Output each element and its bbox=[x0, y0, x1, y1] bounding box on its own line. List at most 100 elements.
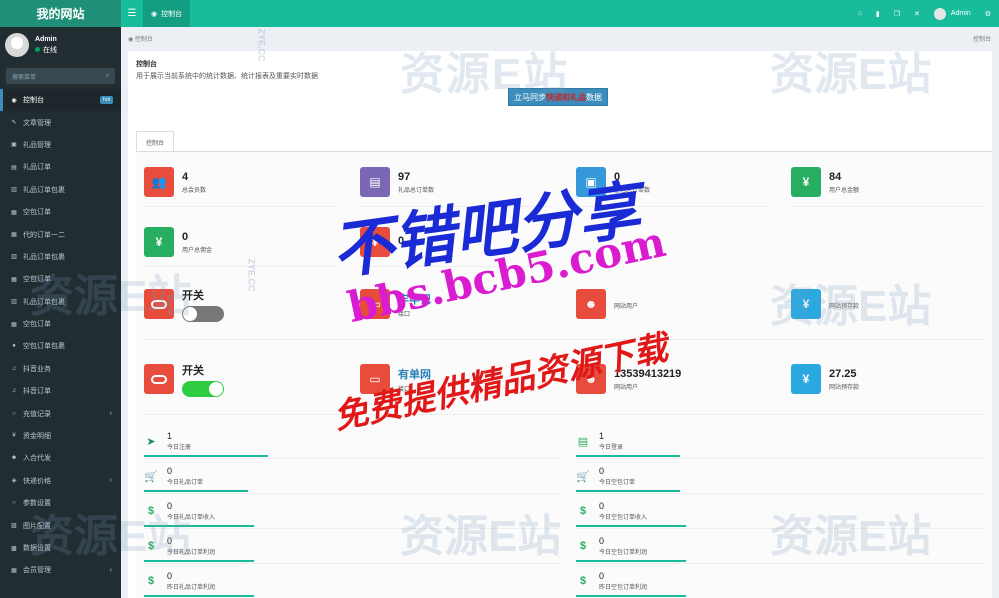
sidebar-item[interactable]: ○ 参数设置 bbox=[0, 492, 121, 514]
sidebar-search-input[interactable]: 搜索菜单 ⌕ bbox=[6, 68, 115, 84]
sidebar-item[interactable]: ▥ 礼品订单包裹 bbox=[0, 179, 121, 201]
interface-label: 接口 bbox=[398, 311, 411, 318]
today-label: 今日空包订单利润 bbox=[599, 550, 648, 556]
sidebar-item[interactable]: ▦ 代的订单一二 bbox=[0, 223, 121, 245]
settings-icon[interactable]: ⚙ bbox=[985, 10, 991, 18]
sidebar-item[interactable]: ▣ 礼品管理 bbox=[0, 134, 121, 156]
chevron-left-icon: ‹ bbox=[109, 477, 112, 485]
gift-icon: ▣ bbox=[11, 142, 17, 149]
row-divider bbox=[576, 206, 771, 207]
switch-title: 开关 bbox=[182, 364, 204, 377]
sidebar-item-label: 礼品订单 bbox=[23, 164, 51, 172]
sidebar-item-label: 抖音订单 bbox=[23, 388, 51, 396]
yen-icon: ¥ bbox=[144, 227, 174, 257]
sidebar-item[interactable]: ☻ 入合代发 bbox=[0, 447, 121, 469]
yen-icon: ¥ bbox=[360, 227, 390, 257]
today-label: 今日礼品订单利润 bbox=[167, 550, 216, 556]
menu-toggle-icon[interactable]: ☰ bbox=[121, 0, 143, 27]
sync-data-button[interactable]: 立马同步 快递和礼品 数据 bbox=[508, 88, 608, 106]
sidebar-item[interactable]: ◉ 控制台 hot bbox=[0, 89, 121, 112]
sidebar-item[interactable]: ▥ 礼品订单包裹 bbox=[0, 291, 121, 313]
row-divider bbox=[360, 206, 555, 207]
sidebar-item[interactable]: ● 空包订单包裹 bbox=[0, 335, 121, 357]
sidebar-item[interactable]: ¥ 资金明细 bbox=[0, 425, 121, 447]
row-divider bbox=[576, 528, 986, 529]
copy-icon[interactable]: ❐ bbox=[894, 10, 900, 18]
breadcrumb-text: 控制台 bbox=[134, 37, 153, 43]
search-placeholder: 搜索菜单 bbox=[12, 74, 37, 81]
stat-label: 礼品总订单数 bbox=[398, 187, 435, 194]
fullscreen-icon[interactable]: ✕ bbox=[914, 10, 920, 18]
cart-icon: 🛒 bbox=[144, 470, 158, 483]
sidebar-item-label: 会员管理 bbox=[23, 567, 51, 575]
rocket-icon: ➤ bbox=[146, 435, 156, 448]
stat-card: ▣ 0 空包总订单数 bbox=[576, 165, 766, 199]
sidebar-item[interactable]: ▦ 空包订单 bbox=[0, 268, 121, 290]
list-icon: ▦ bbox=[11, 321, 17, 328]
tab-label: 控制台 bbox=[161, 10, 183, 18]
toggle-icon bbox=[144, 364, 174, 394]
today-label: 今日登录 bbox=[599, 445, 624, 451]
sidebar-item[interactable]: ♫ 抖音业务 bbox=[0, 358, 121, 380]
users-icon: ☻ bbox=[576, 289, 606, 319]
dollar-icon: $ bbox=[579, 575, 587, 587]
row-divider bbox=[791, 206, 986, 207]
home-icon[interactable]: ⌂ bbox=[858, 10, 862, 17]
sidebar-item[interactable]: ▦ 会员管理 ‹ bbox=[0, 559, 121, 581]
pencil-icon: ✎ bbox=[11, 120, 17, 127]
balance-label: 网站预存款 bbox=[829, 303, 860, 310]
tag-icon: ◈ bbox=[11, 478, 17, 485]
sidebar-item[interactable]: ◈ 快递价格 ‹ bbox=[0, 470, 121, 492]
tab-dashboard[interactable]: ◉ 控制台 bbox=[143, 0, 191, 27]
box-icon: ▣ bbox=[576, 167, 606, 197]
search-icon[interactable]: ⌕ bbox=[106, 73, 109, 80]
row-divider bbox=[144, 206, 339, 207]
stat-value: 0 bbox=[182, 230, 189, 243]
chevron-left-icon: ‹ bbox=[109, 566, 112, 574]
sidebar-item[interactable]: ▩ 数据设置 bbox=[0, 537, 121, 559]
interface-name[interactable]: 牢牢记 bbox=[398, 291, 431, 307]
sidebar-item-label: 礼品订单包裹 bbox=[23, 186, 65, 194]
stat-label: 空包总订单数 bbox=[614, 187, 651, 194]
user-menu[interactable]: Admin bbox=[933, 7, 971, 20]
interface-name[interactable]: 有单网 bbox=[398, 366, 431, 382]
user-name: Admin bbox=[950, 10, 971, 17]
sidebar-item[interactable]: ▥ 礼品订单包裹 bbox=[0, 246, 121, 268]
list-icon: ▦ bbox=[11, 232, 17, 239]
laptop-icon: ▭ bbox=[360, 364, 390, 394]
sidebar-item[interactable]: ▦ 空包订单 bbox=[0, 201, 121, 223]
database-icon: ▩ bbox=[11, 545, 17, 552]
list-icon: ▦ bbox=[11, 567, 17, 574]
sidebar-item-label: 礼品订单包裹 bbox=[23, 253, 65, 261]
toggle-switch[interactable] bbox=[182, 305, 224, 322]
sidebar-item[interactable]: ♫ 抖音订单 bbox=[0, 380, 121, 402]
interface-label: 接口 bbox=[398, 386, 411, 393]
today-value: 0 bbox=[167, 536, 173, 546]
stat-value: 0 bbox=[398, 235, 405, 247]
switch-card: 开关 bbox=[144, 287, 334, 322]
brand-logo[interactable]: 我的网站 bbox=[0, 0, 121, 27]
sidebar-item-label: 图片配置 bbox=[23, 522, 51, 530]
status-text: 在线 bbox=[43, 46, 57, 54]
sidebar-item[interactable]: ▦ 空包订单 bbox=[0, 313, 121, 335]
sidebar-item-label: 数据设置 bbox=[23, 545, 51, 552]
interface-card: ▭ 有单网接口 bbox=[360, 362, 550, 396]
today-stat: $ 0 今日空包订单利润 bbox=[576, 532, 686, 562]
toggle-switch[interactable] bbox=[182, 380, 224, 397]
switch-card: 开关 bbox=[144, 362, 334, 397]
site-balance-card: ¥ 27.25 网站预存款 bbox=[791, 362, 981, 396]
sync-suffix: 数据 bbox=[586, 92, 602, 102]
sidebar-item[interactable]: ▤ 礼品订单 bbox=[0, 156, 121, 178]
sidebar-item[interactable]: ○ 充值记录 ‹ bbox=[0, 402, 121, 424]
sidebar-item[interactable]: ▨ 图片配置 bbox=[0, 514, 121, 536]
toggle-knob bbox=[183, 306, 197, 321]
site-users-card: ☻ 13539413219 网站用户 bbox=[576, 362, 766, 396]
row-divider bbox=[576, 458, 986, 459]
sidebar-item[interactable]: ✎ 文章管理 bbox=[0, 111, 121, 133]
sidebar-item-label: 入合代发 bbox=[23, 455, 51, 463]
dashboard-icon: ◉ bbox=[11, 97, 17, 104]
today-label: 今日注册 bbox=[167, 445, 192, 451]
yen-icon: ¥ bbox=[791, 364, 821, 394]
trash-icon[interactable]: ▮ bbox=[876, 10, 880, 18]
breadcrumb-right[interactable]: 控制台 bbox=[973, 34, 991, 43]
